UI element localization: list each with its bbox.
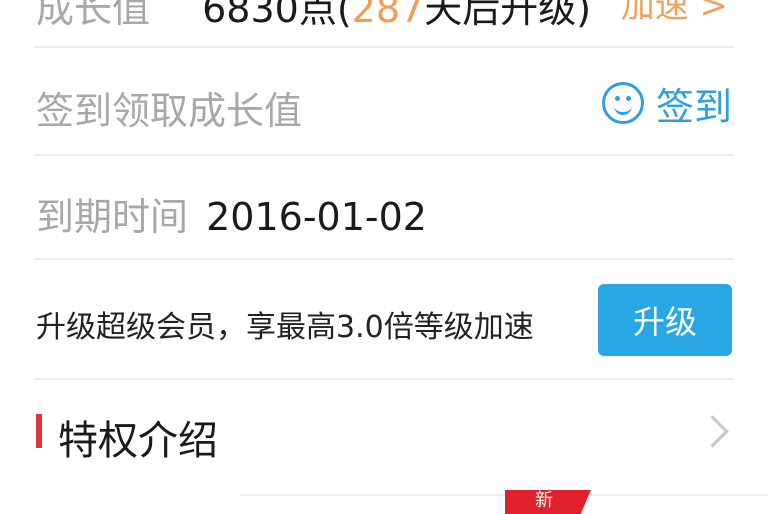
smile-icon: [601, 82, 644, 124]
growth-points: 6830点(: [202, 0, 352, 31]
accelerate-link[interactable]: 加速 >: [621, 0, 728, 27]
growth-suffix: 天后升级): [424, 0, 592, 31]
divider: [34, 154, 734, 156]
chevron-right-icon: [696, 415, 729, 448]
days-until-upgrade: 287: [351, 0, 425, 31]
upgrade-row: 升级超级会员，享最高3.0倍等级加速 升级: [0, 262, 768, 378]
divider: [240, 494, 768, 496]
signin-button[interactable]: 签到: [601, 78, 732, 129]
divider: [34, 258, 734, 260]
upgrade-promo-text: 升级超级会员，享最高3.0倍等级加速: [36, 310, 534, 345]
divider: [34, 46, 734, 48]
expiry-text: 到期时间 2016-01-02: [36, 186, 427, 241]
growth-value-label: 成长值: [36, 0, 151, 31]
new-badge: 新: [505, 490, 591, 514]
signin-button-label: 签到: [655, 84, 732, 129]
growth-value-row: 成长值 6830点(287天后升级) 加速 >: [0, 0, 768, 46]
section-marker: [36, 414, 42, 448]
expiry-label: 到期时间: [36, 195, 189, 239]
growth-value-text: 成长值 6830点(287天后升级): [36, 0, 591, 33]
expiry-row: 到期时间 2016-01-02: [0, 158, 768, 258]
divider: [34, 378, 734, 380]
privileges-section-header[interactable]: 特权介绍: [0, 384, 768, 494]
signin-row: 签到领取成长值 签到: [0, 52, 768, 152]
signin-label: 签到领取成长值: [36, 89, 303, 133]
privileges-title: 特权介绍: [58, 418, 218, 464]
upgrade-button[interactable]: 升级: [598, 284, 732, 356]
expiry-date: 2016-01-02: [206, 195, 427, 239]
